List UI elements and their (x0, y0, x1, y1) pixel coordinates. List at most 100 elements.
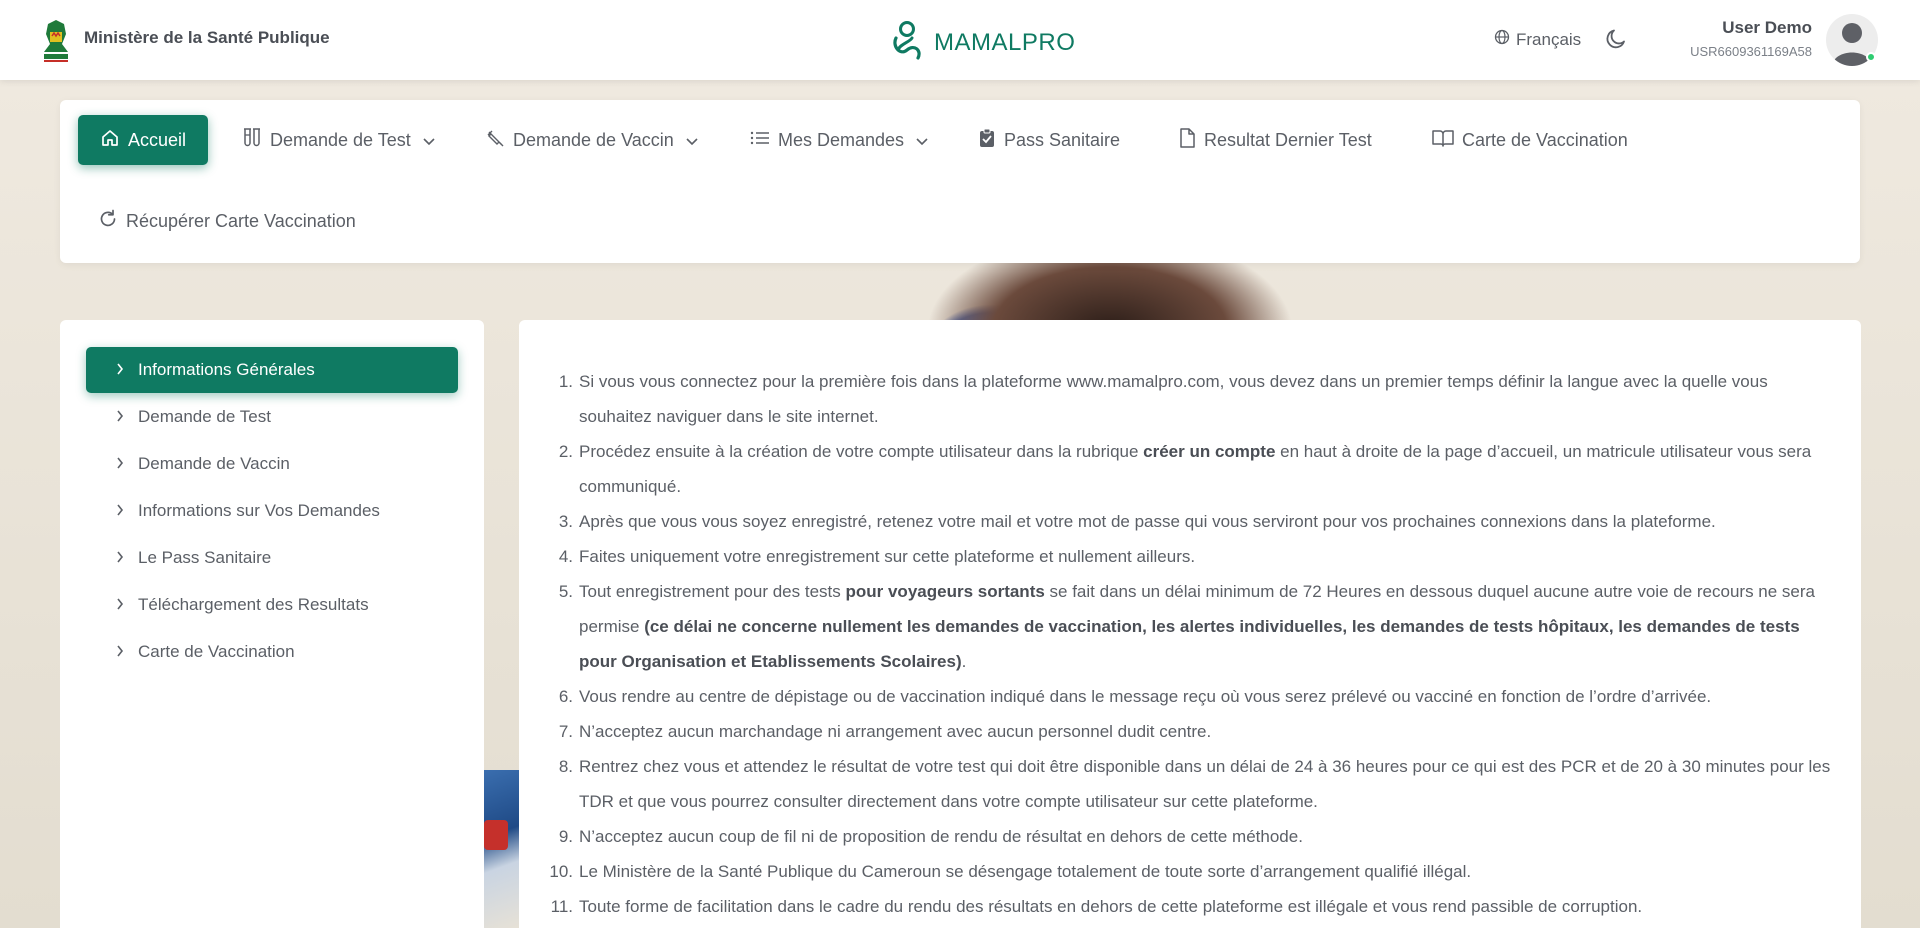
chevron-right-icon (116, 642, 124, 662)
dark-mode-toggle-icon[interactable] (1604, 27, 1628, 56)
language-label: Français (1516, 29, 1582, 49)
rule-text: Tout enregistrement pour des tests (579, 582, 846, 601)
sidebar: Informations Générales Demande de Test D… (60, 320, 484, 928)
test-tubes-icon (242, 127, 262, 154)
rule-item: 10. Le Ministère de la Santé Publique du … (549, 854, 1833, 889)
rule-item: 2. Procédez ensuite à la création de votr… (555, 434, 1833, 504)
user-info[interactable]: User Demo USR6609361169A58 (1690, 18, 1812, 59)
online-status-dot (1866, 52, 1876, 62)
brand-name: MAMALPRO (934, 28, 1076, 56)
nav-demande-de-vaccin-label: Demande de Vaccin (513, 129, 674, 150)
nav-demande-de-test-label: Demande de Test (270, 129, 411, 150)
clipboard-check-icon (978, 128, 996, 153)
sidebar-item-label: Le Pass Sanitaire (138, 548, 272, 567)
mamalpro-logo-icon (890, 20, 924, 65)
nav-mes-demandes-label: Mes Demandes (778, 129, 905, 150)
sidebar-item-demande-de-test[interactable]: Demande de Test (86, 394, 458, 440)
rule-text: Faites uniquement votre enregistrement s… (579, 547, 1196, 566)
nav-accueil-label: Accueil (128, 129, 187, 150)
rule-text: N’acceptez aucun coup de fil ni de propo… (579, 827, 1303, 846)
sidebar-item-informations-sur-vos-demandes[interactable]: Informations sur Vos Demandes (86, 488, 458, 534)
chevron-down-icon (423, 130, 435, 151)
sidebar-item-label: Informations sur Vos Demandes (138, 501, 380, 520)
rule-number: 11. (550, 897, 573, 916)
nav-resultat-dernier-test-label: Resultat Dernier Test (1204, 129, 1372, 150)
sidebar-item-label: Carte de Vaccination (138, 642, 295, 661)
rule-item: 8. Rentrez chez vous et attendez le résul… (555, 749, 1833, 819)
rule-emphasis: créer un compte (1143, 442, 1276, 461)
nav-mes-demandes[interactable]: Mes Demandes (750, 115, 928, 165)
rule-emphasis: pour voyageurs sortants (845, 582, 1045, 601)
rule-text: Procédez ensuite à la création de votre … (579, 442, 1144, 461)
chevron-right-icon (116, 454, 124, 474)
rule-item: 1. Si vous vous connectez pour la premièr… (555, 364, 1833, 434)
nav-carte-de-vaccination-label: Carte de Vaccination (1462, 129, 1628, 150)
nav-carte-de-vaccination[interactable]: Carte de Vaccination (1432, 115, 1628, 165)
chevron-down-icon (916, 130, 928, 151)
nav-pass-sanitaire[interactable]: Pass Sanitaire (978, 115, 1120, 165)
rule-text: Toute forme de facilitation dans le cadr… (579, 897, 1643, 916)
sidebar-item-label: Informations Générales (138, 360, 315, 379)
brand[interactable]: MAMALPRO (890, 20, 1075, 65)
ministry-name: Ministère de la Santé Publique (84, 28, 330, 47)
nav-resultat-dernier-test[interactable]: Resultat Dernier Test (1178, 115, 1372, 165)
sidebar-item-label: Téléchargement des Resultats (138, 595, 369, 614)
rule-text: Rentrez chez vous et attendez le résulta… (579, 757, 1831, 811)
list-icon (750, 130, 770, 151)
rule-item: 3. Après que vous vous soyez enregistré, … (555, 504, 1833, 539)
user-name: User Demo (1722, 18, 1812, 37)
rule-number: 3. (558, 512, 573, 531)
main-content: 1. Si vous vous connectez pour la premièr… (519, 320, 1861, 928)
sidebar-item-label: Demande de Vaccin (138, 454, 290, 473)
rule-text: N’acceptez aucun marchandage ni arrangem… (579, 722, 1212, 741)
rule-item: 7. N’acceptez aucun marchandage ni arrang… (555, 714, 1833, 749)
language-selector[interactable]: Français (1494, 29, 1581, 50)
nav-accueil[interactable]: Accueil (78, 115, 209, 165)
background-photo-detail-red (484, 820, 508, 850)
rule-item: 5. Tout enregistrement pour des tests pou… (555, 574, 1833, 679)
rule-number: 2. (558, 442, 573, 461)
chevron-down-icon (686, 130, 698, 151)
nav-demande-de-vaccin[interactable]: Demande de Vaccin (485, 115, 698, 165)
rule-number: 8. (558, 757, 573, 776)
globe-icon (1494, 29, 1510, 50)
user-id: USR6609361169A58 (1690, 44, 1812, 59)
chevron-right-icon (116, 548, 124, 568)
chevron-right-icon (116, 360, 124, 380)
rule-text: Le Ministère de la Santé Publique du Cam… (579, 862, 1472, 881)
sidebar-item-telechargement-des-resultats[interactable]: Téléchargement des Resultats (86, 582, 458, 628)
sidebar-item-carte-de-vaccination[interactable]: Carte de Vaccination (86, 629, 458, 675)
nav-pass-sanitaire-label: Pass Sanitaire (1004, 129, 1121, 150)
rule-number: 4. (558, 547, 573, 566)
nav-recuperer-carte-vaccination[interactable]: Récupérer Carte Vaccination (98, 196, 356, 246)
rule-number: 6. (558, 687, 573, 706)
chevron-right-icon (116, 501, 124, 521)
rule-item: 9. N’acceptez aucun coup de fil ni de pro… (555, 819, 1833, 854)
sidebar-item-informations-generales[interactable]: Informations Générales (86, 347, 458, 393)
main-navigation: Accueil Demande de Test Demande de Vacci… (60, 100, 1860, 263)
rule-number: 5. (558, 582, 573, 601)
rule-number: 1. (558, 372, 573, 391)
sidebar-item-le-pass-sanitaire[interactable]: Le Pass Sanitaire (86, 535, 458, 581)
sidebar-item-label: Demande de Test (138, 407, 271, 426)
top-header: Ministère de la Santé Publique MAMALPRO … (0, 0, 1920, 80)
rule-number: 10. (549, 862, 573, 881)
book-open-icon (1432, 129, 1454, 152)
rules-list: 1. Si vous vous connectez pour la premièr… (549, 364, 1833, 924)
file-icon (1178, 127, 1196, 154)
ministry-logo-icon[interactable] (38, 16, 74, 64)
chevron-right-icon (116, 407, 124, 427)
rule-emphasis: (ce délai ne concerne nullement les dema… (579, 617, 1800, 671)
chevron-right-icon (116, 595, 124, 615)
nav-recuperer-carte-vaccination-label: Récupérer Carte Vaccination (126, 210, 356, 231)
sidebar-item-demande-de-vaccin[interactable]: Demande de Vaccin (86, 441, 458, 487)
rule-item: 11. Toute forme de facilitation dans le c… (551, 889, 1833, 924)
rule-number: 7. (558, 722, 573, 741)
rule-text: Après que vous vous soyez enregistré, re… (579, 512, 1716, 531)
rule-number: 9. (558, 827, 573, 846)
rule-item: 6. Vous rendre au centre de dépistage ou … (555, 679, 1833, 714)
rule-text: Vous rendre au centre de dépistage ou de… (579, 687, 1712, 706)
rule-text: Si vous vous connectez pour la première … (579, 372, 1768, 426)
refresh-icon (98, 209, 118, 234)
nav-demande-de-test[interactable]: Demande de Test (242, 115, 435, 165)
